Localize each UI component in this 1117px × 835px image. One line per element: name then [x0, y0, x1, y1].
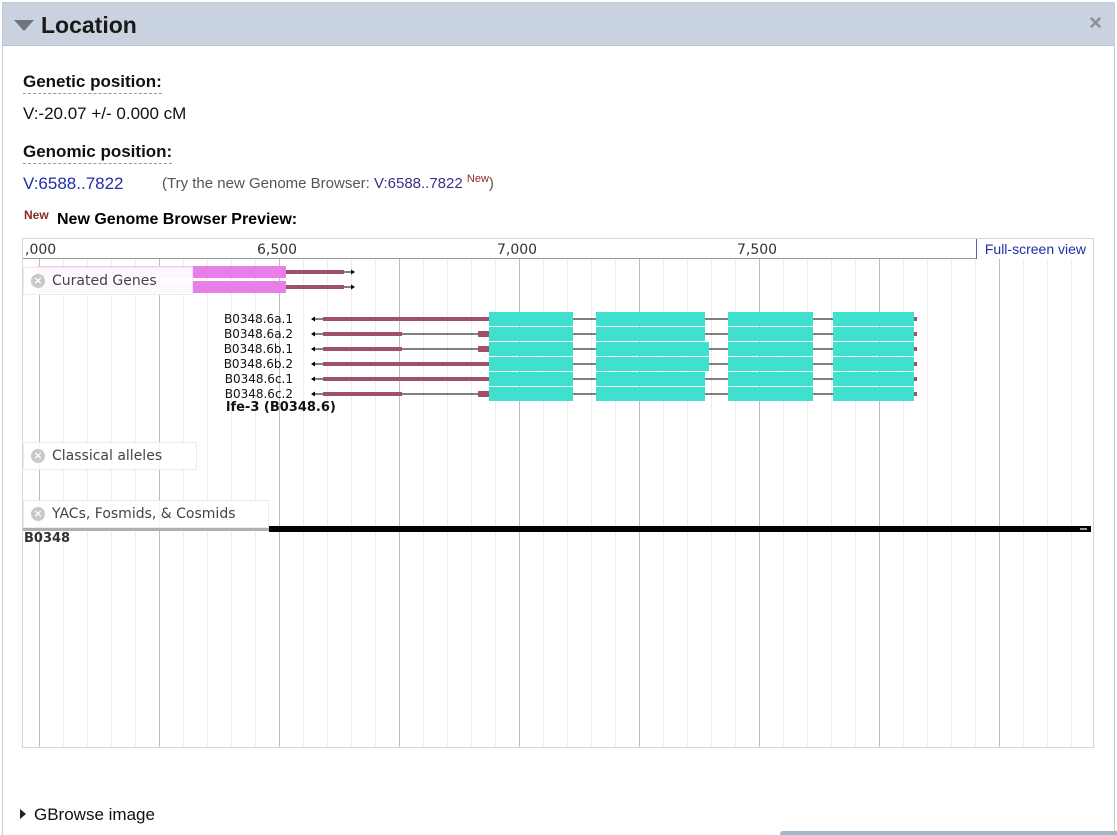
transcript-exon: [489, 342, 573, 356]
gbrowse-label: GBrowse image: [34, 805, 155, 824]
track-label-text: Curated Genes: [52, 273, 157, 289]
transcript-exon: [833, 312, 914, 326]
transcript-label[interactable]: B0348.6a.2: [203, 327, 293, 341]
transcript-utr-end: [914, 332, 917, 336]
transcript-exon: [728, 312, 813, 326]
new-genome-browser-link[interactable]: V:6588..7822: [374, 175, 463, 192]
transcript-label[interactable]: B0348.6b.1: [203, 342, 293, 356]
transcript-utr: [478, 391, 489, 397]
transcript-utr-end: [914, 377, 917, 381]
transcript-exon: [596, 327, 705, 341]
transcript-utr: [323, 377, 489, 381]
close-icon[interactable]: ×: [1089, 12, 1102, 34]
transcript-exon: [833, 357, 914, 371]
clone-bar-end-icon: [1080, 528, 1087, 530]
genomic-position-link[interactable]: V:6588..7822: [23, 174, 124, 193]
transcript-utr: [323, 332, 402, 336]
genome-browser[interactable]: ,000 6,500 7,000 7,500 Full-screen view …: [22, 238, 1094, 748]
close-track-icon[interactable]: ×: [31, 274, 45, 288]
new-superscript: New: [466, 173, 489, 185]
transcript-exon: [489, 357, 573, 371]
transcript-exon: [833, 342, 914, 356]
transcript-label[interactable]: B0348.6c.2: [203, 387, 293, 401]
transcript-exon: [596, 312, 705, 326]
strand-arrow-right-icon: [351, 284, 355, 290]
transcript-utr: [478, 346, 489, 352]
transcript-exon: [596, 357, 709, 371]
close-track-icon[interactable]: ×: [31, 507, 45, 521]
clone-bar: [269, 526, 1091, 532]
transcript-exon: [489, 387, 573, 401]
hint-suffix: ): [488, 175, 494, 192]
transcript-exon: [596, 387, 705, 401]
transcript-exon: [596, 342, 709, 356]
gene-label[interactable]: lfe-3 (B0348.6): [226, 400, 336, 415]
transcript-utr: [323, 362, 489, 366]
new-badge: New: [24, 208, 49, 222]
transcript-utr-end: [914, 392, 917, 396]
close-track-icon[interactable]: ×: [31, 449, 45, 463]
browser-preview-title: New Genome Browser Preview:: [57, 211, 298, 228]
transcript-utr-end: [914, 347, 917, 351]
feature-canvas: [23, 266, 1091, 532]
transcript-exon: [728, 372, 813, 386]
gbrowse-image-toggle[interactable]: GBrowse image: [20, 805, 155, 825]
panel-header[interactable]: Location ×: [3, 3, 1114, 46]
transcript-utr-end: [914, 362, 917, 366]
strand-arrow-left-icon: [311, 331, 315, 337]
track-classical-alleles[interactable]: × Classical alleles: [23, 442, 197, 470]
transcript-exon: [728, 387, 813, 401]
upstream-gene-exon: [193, 266, 286, 278]
transcript-utr: [323, 347, 402, 351]
track-label-text: YACs, Fosmids, & Cosmids: [52, 506, 236, 522]
genetic-position-label: Genetic position:: [23, 72, 162, 94]
transcript-exon: [596, 372, 705, 386]
transcript-utr: [478, 331, 489, 337]
transcript-label[interactable]: B0348.6b.2: [203, 357, 293, 371]
transcript-exon: [728, 357, 813, 371]
transcript-label[interactable]: B0348.6a.1: [203, 312, 293, 326]
track-curated-genes[interactable]: × Curated Genes: [23, 267, 193, 295]
upstream-gene-exon: [193, 281, 286, 293]
clone-label[interactable]: B0348: [24, 531, 70, 546]
upstream-gene-tail: [286, 285, 344, 289]
transcript-utr: [323, 392, 402, 396]
transcript-exon: [728, 327, 813, 341]
strand-arrow-left-icon: [311, 391, 315, 397]
panel-title: Location: [41, 12, 137, 38]
strand-arrow-right-icon: [351, 269, 355, 275]
hint-prefix: (Try the new Genome Browser:: [162, 175, 375, 192]
genome-browser-hint: (Try the new Genome Browser: V:6588..782…: [162, 173, 494, 192]
collapse-triangle-icon[interactable]: [14, 20, 34, 31]
transcript-label[interactable]: B0348.6c.1: [203, 372, 293, 386]
transcript-exon: [833, 372, 914, 386]
track-label-text: Classical alleles: [52, 448, 163, 464]
transcript-exon: [833, 327, 914, 341]
transcript-exon: [489, 327, 573, 341]
transcript-exon: [489, 312, 573, 326]
strand-arrow-left-icon: [311, 376, 315, 382]
transcript-utr: [323, 317, 489, 321]
genomic-position-value: V:6588..7822: [23, 174, 124, 194]
upstream-gene-tail: [286, 270, 344, 274]
track-yacs-fosmids-cosmids[interactable]: × YACs, Fosmids, & Cosmids: [23, 500, 269, 528]
genetic-position-value: V:-20.07 +/- 0.000 cM: [23, 104, 187, 123]
genomic-position-label: Genomic position:: [23, 142, 173, 164]
transcript-exon: [728, 342, 813, 356]
strand-arrow-left-icon: [311, 346, 315, 352]
strand-arrow-left-icon: [311, 316, 315, 322]
transcript-utr-end: [914, 317, 917, 321]
transcript-exon: [489, 372, 573, 386]
transcript-exon: [833, 387, 914, 401]
expand-triangle-icon: [20, 809, 26, 819]
bottom-scroll-bar[interactable]: [780, 831, 1117, 835]
strand-arrow-left-icon: [311, 361, 315, 367]
